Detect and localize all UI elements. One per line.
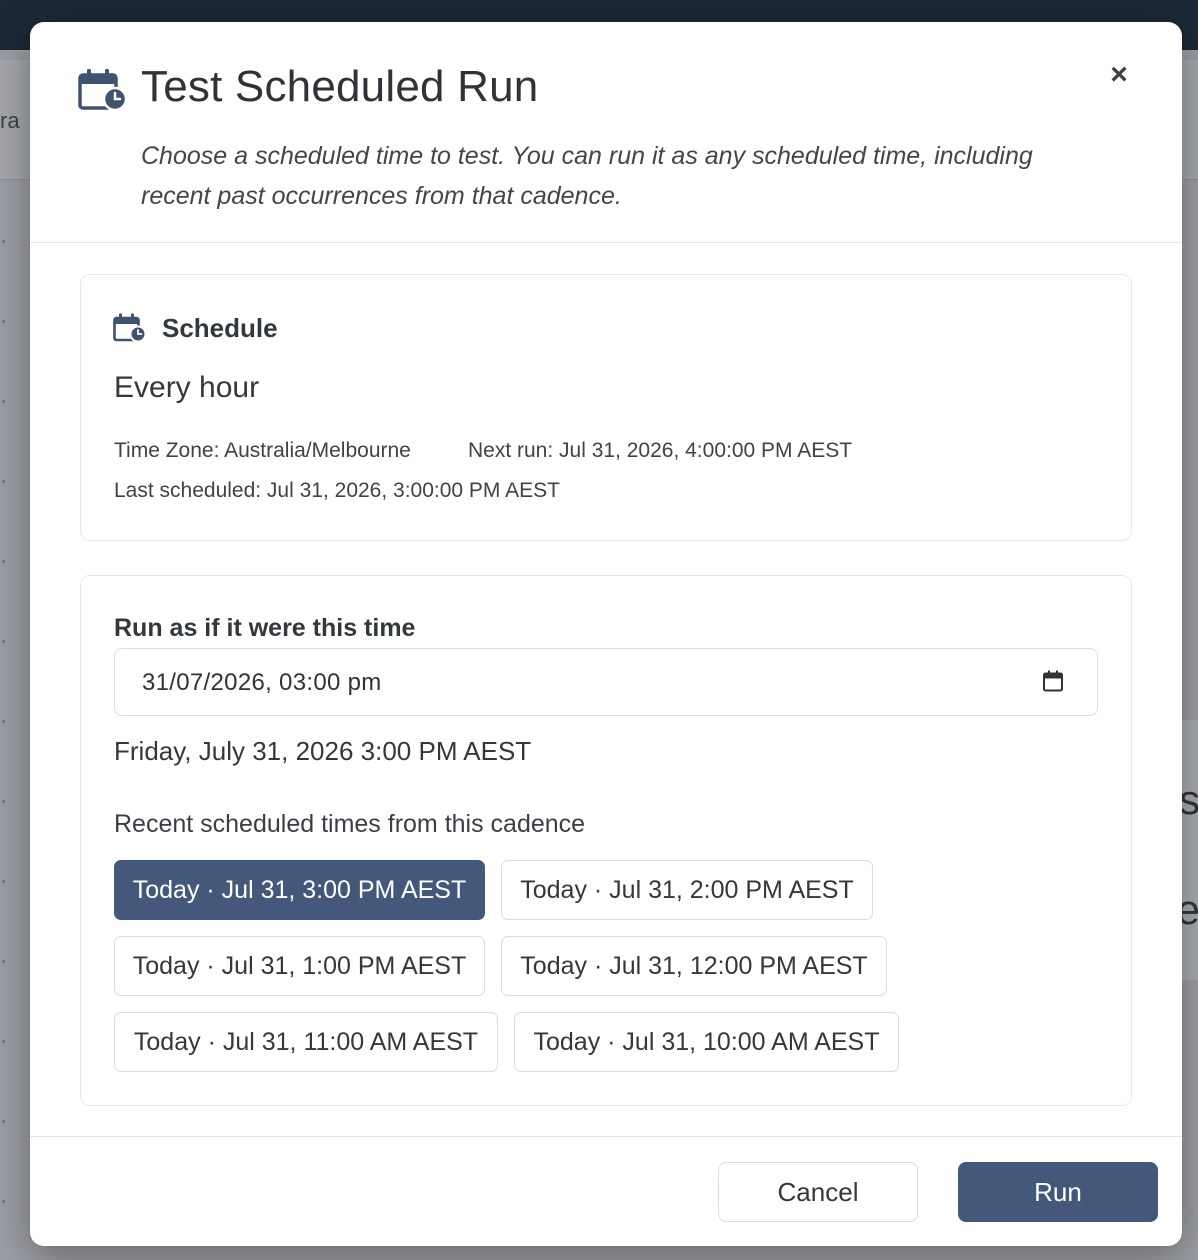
calendar-clock-icon bbox=[78, 69, 128, 112]
modal-header: Test Scheduled Run × Choose a scheduled … bbox=[30, 22, 1182, 243]
run-as-card: Run as if it were this time 31/07/2026, … bbox=[80, 575, 1132, 1106]
background-dot bbox=[2, 720, 5, 723]
recent-time-option[interactable]: Today · Jul 31, 12:00 PM AEST bbox=[501, 936, 887, 996]
schedule-last-scheduled: Last scheduled: Jul 31, 2026, 3:00:00 PM… bbox=[114, 479, 560, 502]
recent-time-option[interactable]: Today · Jul 31, 2:00 PM AEST bbox=[501, 860, 873, 920]
schedule-next-run: Next run: Jul 31, 2026, 4:00:00 PM AEST bbox=[468, 439, 853, 462]
background-dot bbox=[2, 560, 5, 563]
run-time-readable: Friday, July 31, 2026 3:00 PM AEST bbox=[114, 736, 532, 766]
background-dot bbox=[2, 1200, 5, 1203]
background-dot bbox=[2, 960, 5, 963]
recent-time-option[interactable]: Today · Jul 31, 1:00 PM AEST bbox=[114, 936, 485, 996]
background-text-fragment: ra bbox=[0, 108, 20, 133]
background-dot bbox=[2, 640, 5, 643]
modal-footer: Cancel Run bbox=[30, 1136, 1182, 1246]
schedule-cadence: Every hour bbox=[114, 371, 260, 404]
background-dot bbox=[2, 400, 5, 403]
run-time-input-value: 31/07/2026, 03:00 pm bbox=[142, 669, 382, 696]
modal-subtitle: Choose a scheduled time to test. You can… bbox=[141, 142, 1033, 210]
cancel-button[interactable]: Cancel bbox=[718, 1162, 918, 1222]
modal-title: Test Scheduled Run bbox=[141, 62, 539, 111]
run-time-input[interactable]: 31/07/2026, 03:00 pm bbox=[114, 648, 1098, 716]
calendar-icon[interactable] bbox=[1041, 669, 1065, 693]
background-dot bbox=[2, 240, 5, 243]
calendar-clock-icon bbox=[113, 313, 147, 343]
background-panel bbox=[1182, 720, 1198, 980]
recent-times-label: Recent scheduled times from this cadence bbox=[114, 810, 586, 838]
background-dot bbox=[2, 1040, 5, 1043]
close-button[interactable]: × bbox=[1104, 60, 1134, 90]
background-dot bbox=[2, 1120, 5, 1123]
recent-time-option[interactable]: Today · Jul 31, 11:00 AM AEST bbox=[114, 1012, 498, 1072]
schedule-heading: Schedule bbox=[162, 313, 278, 343]
recent-time-option[interactable]: Today · Jul 31, 10:00 AM AEST bbox=[514, 1012, 899, 1072]
background-dot bbox=[2, 800, 5, 803]
background-dot bbox=[2, 480, 5, 483]
background-dot bbox=[2, 880, 5, 883]
run-as-label: Run as if it were this time bbox=[114, 614, 416, 642]
schedule-card: Schedule Every hour Time Zone: Australia… bbox=[80, 274, 1132, 541]
schedule-time-zone: Time Zone: Australia/Melbourne bbox=[114, 439, 411, 462]
run-button[interactable]: Run bbox=[958, 1162, 1158, 1222]
test-scheduled-run-modal: Test Scheduled Run × Choose a scheduled … bbox=[30, 22, 1182, 1246]
background-dot bbox=[2, 320, 5, 323]
recent-time-option[interactable]: Today · Jul 31, 3:00 PM AEST bbox=[114, 860, 485, 920]
